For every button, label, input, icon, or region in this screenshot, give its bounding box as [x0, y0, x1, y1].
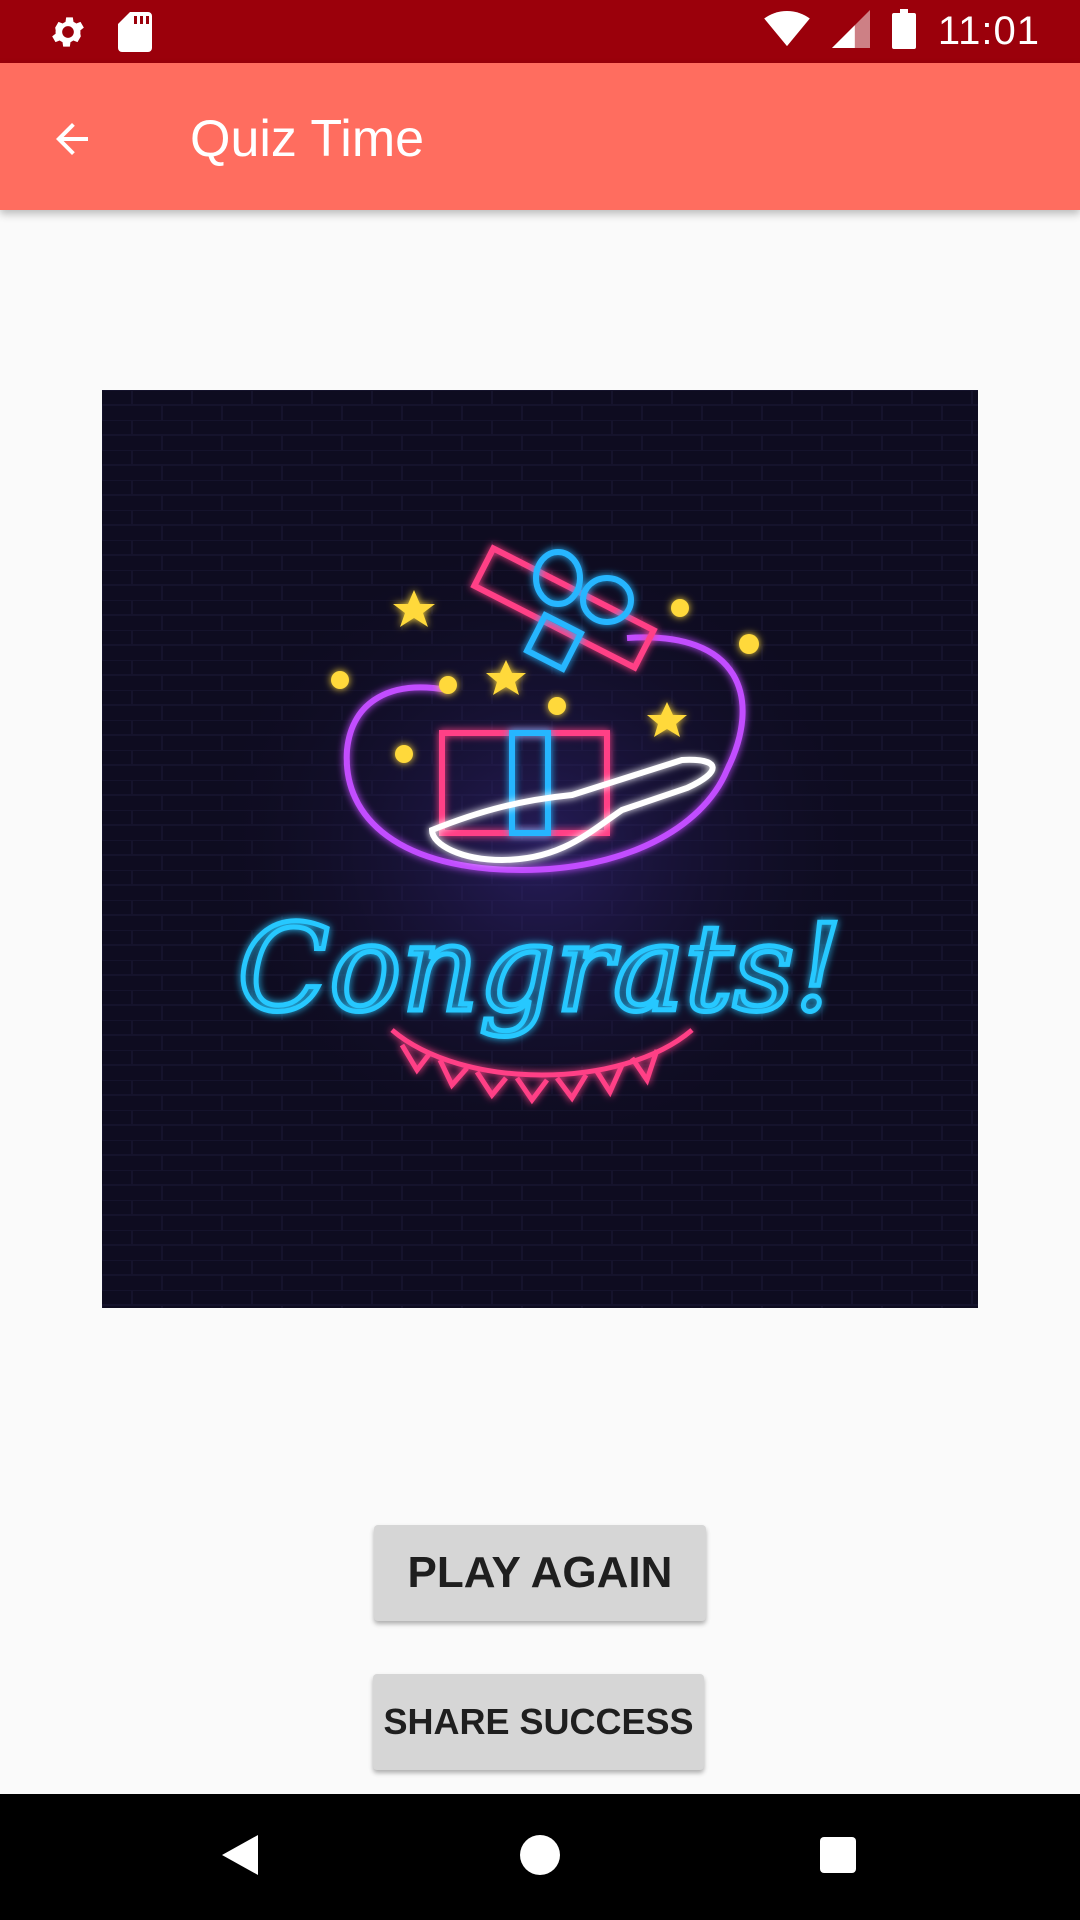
gear-icon: [48, 12, 88, 57]
back-triangle-icon: [222, 1834, 258, 1880]
sd-card-icon: [118, 12, 152, 57]
app-bar: Quiz Time: [0, 63, 1080, 210]
recents-square-icon: [820, 1836, 856, 1878]
congrats-image: Congrats!: [102, 390, 978, 1308]
congrats-sign-text: Congrats!: [237, 900, 842, 1039]
signal-icon: [831, 10, 870, 53]
nav-home-button[interactable]: [480, 1794, 600, 1920]
arrow-back-icon: [48, 115, 96, 168]
navigation-bar: [0, 1794, 1080, 1920]
nav-back-button[interactable]: [180, 1794, 300, 1920]
play-again-button[interactable]: PLAY AGAIN: [374, 1525, 706, 1621]
battery-icon: [891, 9, 916, 54]
nav-recents-button[interactable]: [778, 1794, 898, 1920]
home-circle-icon: [520, 1834, 560, 1880]
wifi-icon: [764, 10, 810, 53]
status-time: 11:01: [937, 9, 1040, 53]
page-title: Quiz Time: [190, 110, 425, 168]
status-bar: 11:01: [0, 0, 1080, 63]
share-success-button[interactable]: SHARE SUCCESS: [373, 1674, 704, 1770]
back-button[interactable]: [30, 99, 114, 183]
